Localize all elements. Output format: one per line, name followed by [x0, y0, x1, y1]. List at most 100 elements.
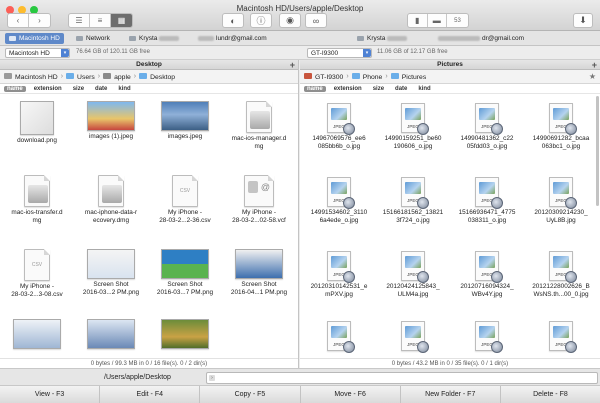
right-volume-select[interactable]: GT-I9300 ▾ [307, 48, 372, 58]
move-button[interactable]: Move - F6 [301, 386, 401, 403]
image-thumbnail-icon [13, 319, 61, 349]
device-cloud-1[interactable]: Krysta [125, 33, 185, 44]
info-button[interactable]: ⓘ [250, 13, 272, 28]
redacted-mark [438, 36, 480, 41]
sort-kind[interactable]: kind [418, 86, 430, 92]
file-item[interactable]: mac-ios-manager.d mg [222, 101, 296, 151]
add-tab-icon[interactable]: + [592, 60, 597, 70]
crumb-item[interactable]: Desktop [139, 72, 175, 81]
file-item[interactable]: JPEG 20121228002626_B WsNS.th...00_0.jpg [524, 251, 598, 299]
home-icon [103, 72, 112, 79]
sort-extension[interactable]: extension [34, 86, 62, 92]
file-item[interactable]: JPEG [450, 321, 524, 353]
crumb-item[interactable]: Pictures [390, 72, 426, 81]
file-name: images.jpeg [167, 133, 203, 140]
new-folder-button[interactable]: New Folder - F7 [401, 386, 501, 403]
info-icon: ⓘ [256, 16, 266, 26]
file-item[interactable]: JPEG 20120309214230_ UyL8B.jpg [524, 177, 598, 225]
crumb-item[interactable]: Phone [351, 72, 382, 81]
file-item[interactable]: JPEG 15166181562_13821 3f724_o.jpg [376, 177, 450, 225]
view-button[interactable]: View - F3 [0, 386, 101, 403]
file-item[interactable] [74, 319, 148, 351]
sort-size[interactable]: size [73, 86, 84, 92]
device-email-2[interactable]: dr@gmail.com [432, 33, 528, 44]
add-tab-icon[interactable]: + [290, 60, 295, 70]
crumb-item[interactable]: Users [66, 72, 95, 81]
copy-button[interactable]: Copy - F5 [200, 386, 301, 403]
file-name: 14967069576_ee6 085bb6b_o.jpg [312, 135, 366, 150]
disk-icon [4, 72, 12, 79]
file-item[interactable]: JPEG 14967069576_ee6 085bb6b_o.jpg [302, 103, 376, 151]
sort-name[interactable]: name [4, 85, 26, 92]
icon-view-icon[interactable]: ▦ [111, 14, 132, 27]
crumb-label: Macintosh HD [15, 73, 58, 81]
device-macintosh-hd[interactable]: Macintosh HD [5, 33, 64, 44]
sort-extension[interactable]: extension [334, 86, 362, 92]
file-item[interactable] [148, 319, 222, 351]
split-panel-icon[interactable]: ▮ [408, 14, 428, 27]
file-item[interactable]: JPEG [302, 321, 376, 353]
sort-date[interactable]: date [95, 86, 107, 92]
command-input[interactable]: › [206, 372, 598, 384]
back-button[interactable]: ‹ [8, 14, 29, 27]
left-volume-select[interactable]: Macintosh HD ▾ [5, 48, 70, 58]
chevron-right-icon: › [346, 73, 349, 80]
file-item[interactable]: JPEG 20120310142531_e mPXV.jpg [302, 251, 376, 299]
file-item[interactable]: Screen Shot 2016-04...1 PM.png [222, 249, 296, 297]
file-item[interactable]: @ My iPhone - 28-03-2...02-58.vcf [222, 175, 296, 225]
chevron-right-icon: › [97, 73, 101, 80]
file-name: images (1).jpeg [88, 133, 134, 140]
right-scrollbar[interactable] [596, 96, 599, 206]
file-item[interactable]: CSV My iPhone - 28-03-2...3-08.csv [0, 249, 74, 299]
file-item[interactable]: JPEG 15166936471_4775 038311_o.jpg [450, 177, 524, 225]
sort-name[interactable]: name [304, 85, 326, 92]
sort-size[interactable]: size [373, 86, 384, 92]
device-cloud-2[interactable]: Krysta [353, 33, 413, 44]
list-view-icon[interactable]: ☰ [69, 14, 90, 27]
drives-button[interactable]: 53 [447, 14, 468, 27]
file-item[interactable]: CSV My iPhone - 28-03-2...2-36.csv [148, 175, 222, 225]
file-item[interactable] [0, 319, 74, 351]
detail-view-icon[interactable]: ≡ [90, 14, 111, 27]
download-button[interactable]: ⬇ [573, 13, 593, 28]
volume-label: Macintosh HD [9, 49, 50, 57]
file-item[interactable]: mac-iphone-data-r ecovery.dmg [74, 175, 148, 225]
crumb-item[interactable]: GT-I9300 [304, 72, 343, 81]
star-icon[interactable]: ★ [589, 72, 596, 81]
file-item[interactable]: Screen Shot 2016-03...7 PM.png [148, 249, 222, 297]
right-file-grid: JPEG 14967069576_ee6 085bb6b_o.jpg JPEG 149… [300, 95, 600, 358]
file-name: 14990691282_bcaa 063bc1_o.jpg [532, 135, 590, 150]
crumb-item[interactable]: apple [103, 72, 131, 81]
forward-button[interactable]: › [29, 14, 50, 27]
file-item[interactable]: JPEG 20120424125843_ ULM4a.jpg [376, 251, 450, 299]
file-item[interactable]: JPEG 14990159251_be60 190606_o.jpg [376, 103, 450, 151]
crumb-item[interactable]: Macintosh HD [4, 72, 58, 81]
edit-button[interactable]: Edit - F4 [100, 386, 201, 403]
sort-kind[interactable]: kind [118, 86, 130, 92]
jpeg-file-icon: JPEG [327, 321, 355, 353]
file-item[interactable]: JPEG 14991534602_3110 6a4ede_o.jpg [302, 177, 376, 225]
file-item[interactable]: download.png [0, 101, 74, 145]
delete-button[interactable]: Delete - F8 [501, 386, 600, 403]
device-label: Network [86, 35, 110, 42]
file-item[interactable]: JPEG 20120716094324_ WBv4Y.jpg [450, 251, 524, 299]
file-item[interactable]: JPEG [524, 321, 598, 353]
file-item[interactable]: JPEG [376, 321, 450, 353]
toggle-hidden-button[interactable]: ◐ [222, 13, 244, 28]
jpeg-file-icon: JPEG [549, 321, 577, 353]
device-network[interactable]: Network [72, 33, 114, 44]
file-item[interactable]: images (1).jpeg [74, 101, 148, 141]
jpeg-file-icon: JPEG [401, 251, 429, 283]
file-item[interactable]: JPEG 14990691282_bcaa 063bc1_o.jpg [524, 103, 598, 151]
device-email-1[interactable]: lundr@gmail.com [192, 33, 271, 44]
pane-title-text: Pictures [437, 61, 463, 68]
find-button[interactable]: ∞ [305, 13, 327, 28]
folder-icon [390, 72, 399, 79]
file-item[interactable]: images.jpeg [148, 101, 222, 141]
preview-button[interactable]: ◉ [279, 13, 301, 28]
file-item[interactable]: JPEG 14990481362_c22 05fdd03_o.jpg [450, 103, 524, 151]
folder-icon[interactable]: ▬ [428, 14, 447, 27]
file-item[interactable]: mac-ios-transfer.d mg [0, 175, 74, 225]
sort-date[interactable]: date [395, 86, 407, 92]
file-item[interactable]: Screen Shot 2016-03...2 PM.png [74, 249, 148, 297]
